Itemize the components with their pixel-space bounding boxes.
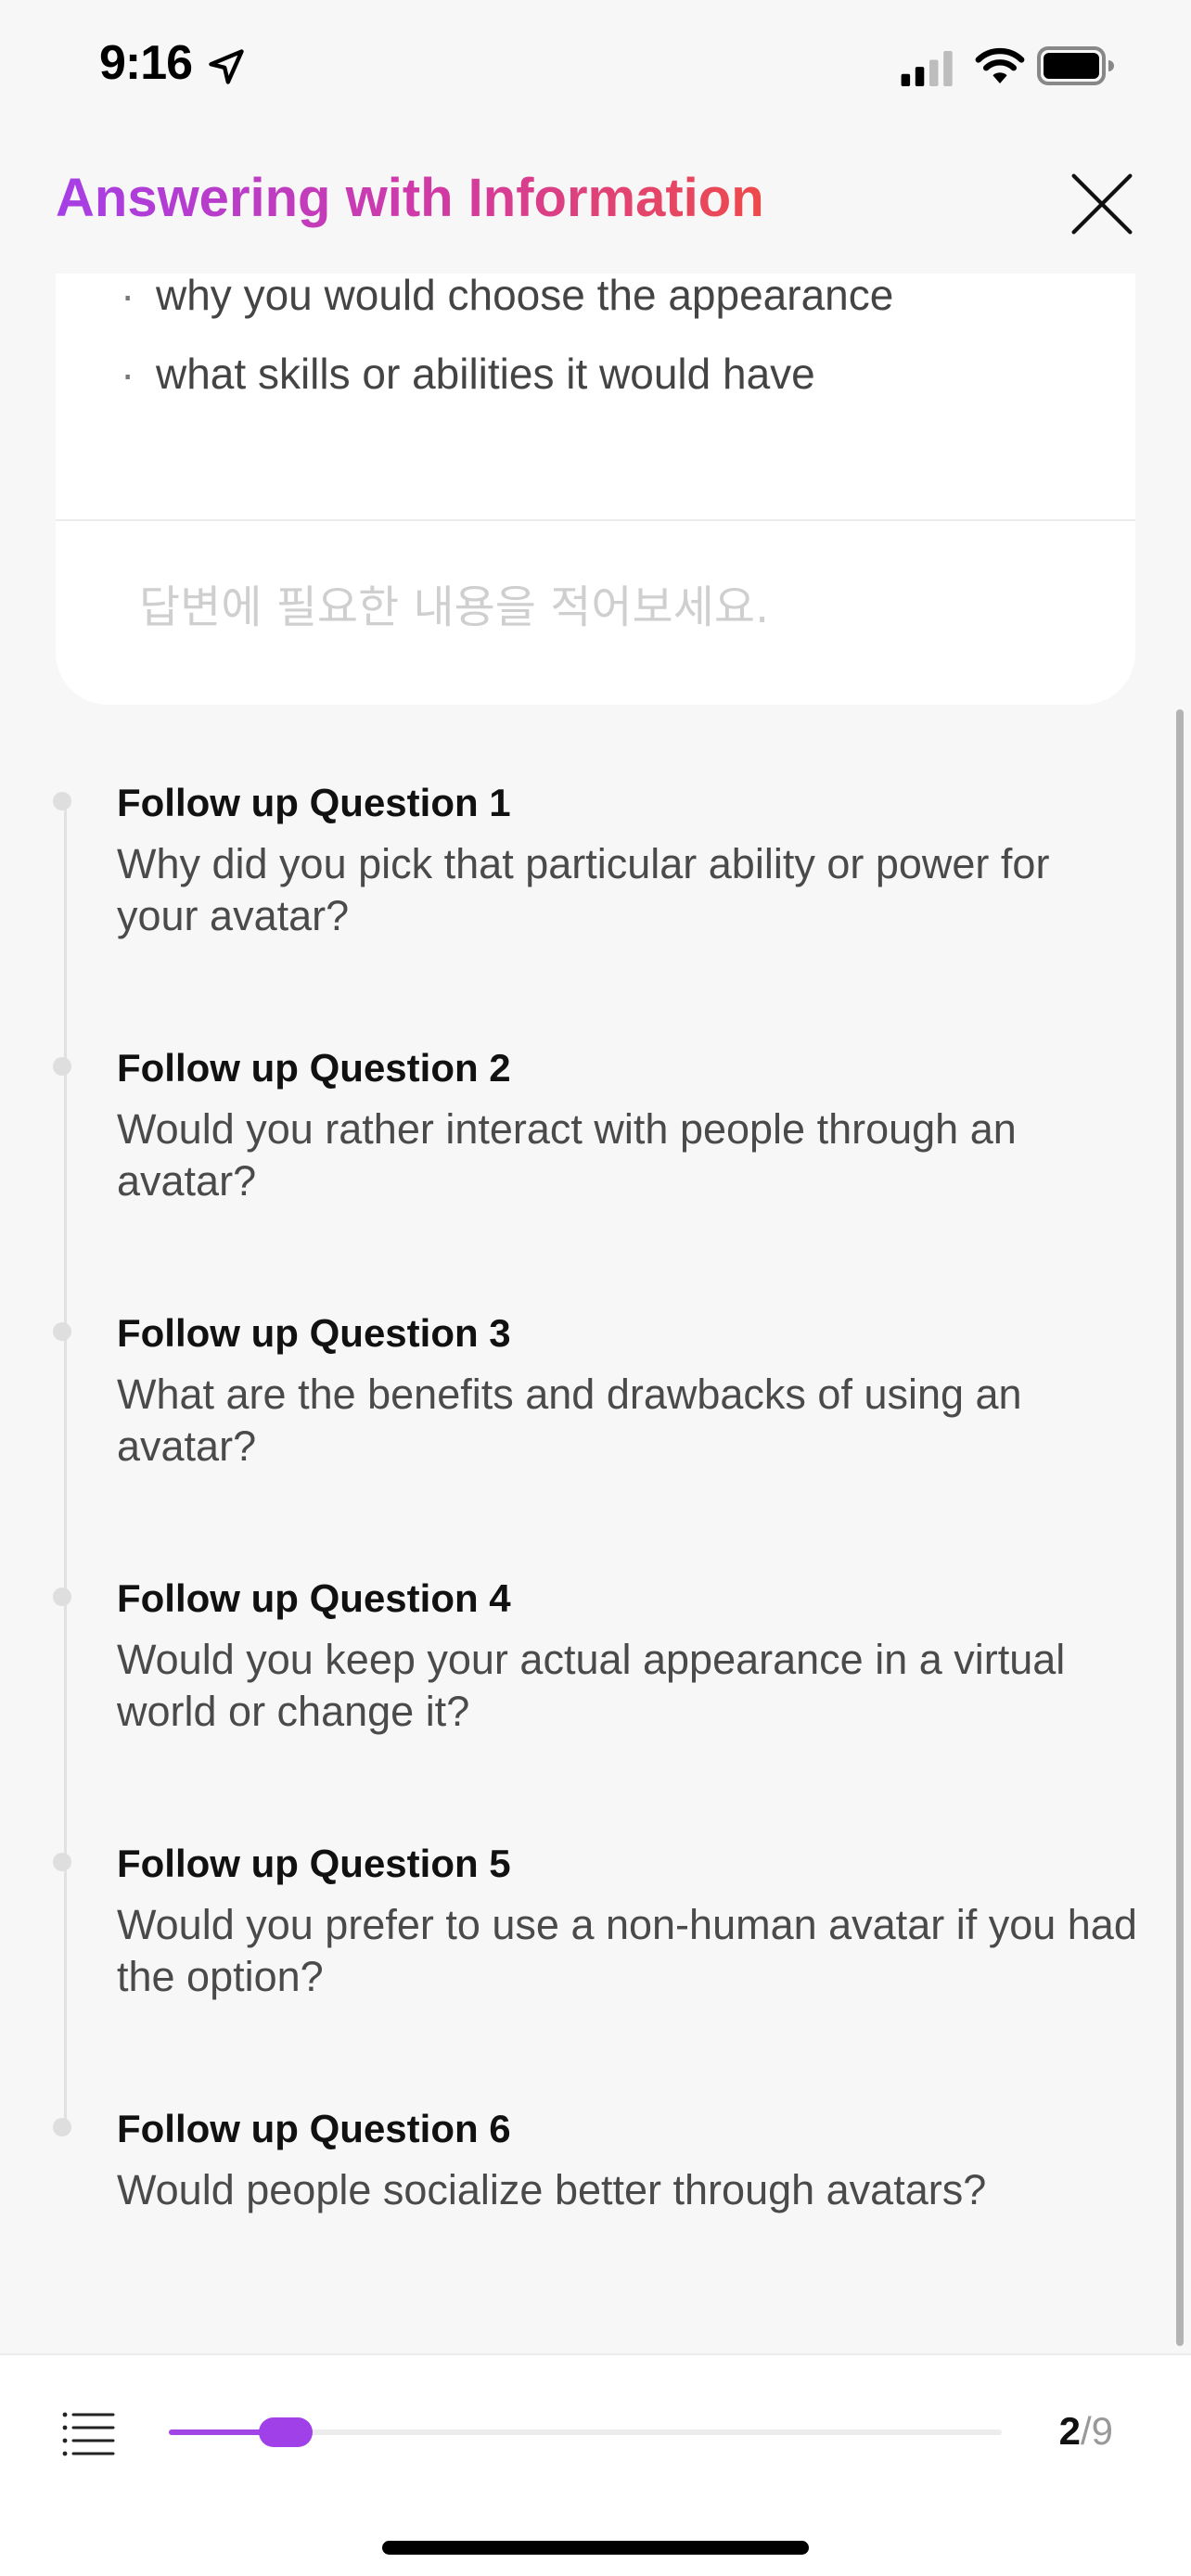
progress-thumb[interactable] [259,2417,313,2447]
followup-title: Follow up Question 2 [117,1046,511,1090]
hint-text: why you would choose the appearance [156,271,894,319]
bottom-bar: 2/9 [0,2353,1191,2576]
divider [56,519,1135,521]
timeline-dot [53,2118,71,2136]
timeline-dot [53,1322,71,1341]
followup-title: Follow up Question 4 [117,1576,511,1620]
page-separator: / [1080,2409,1092,2453]
followup-title: Follow up Question 6 [117,2107,511,2150]
followup-item-5: Follow up Question 5 Would you prefer to… [53,1840,1137,2003]
status-time: 9:16 [99,36,193,90]
followup-title: Follow up Question 3 [117,1311,511,1355]
progress-slider[interactable] [169,2417,1002,2447]
timeline-dot [53,1853,71,1871]
home-indicator [382,2541,809,2555]
followup-text: Why did you pick that particular ability… [117,840,1050,939]
followup-text: What are the benefits and drawbacks of u… [117,1371,1022,1470]
hint-text: what skills or abilities it would have [156,350,815,398]
bullet-marker: · [121,350,135,398]
page-counter: 2/9 [1020,2409,1113,2454]
timeline-dot [53,1057,71,1076]
close-icon [1071,173,1133,235]
location-arrow-icon [209,49,244,84]
close-button[interactable] [1067,169,1137,239]
followup-title: Follow up Question 1 [117,781,511,824]
hint-item: · why you would choose the appearance [121,269,893,321]
timeline-line [64,799,67,2125]
question-card: · why you would choose the appearance · … [56,232,1135,705]
followup-item-2: Follow up Question 2 Would you rather in… [53,1044,1137,1207]
followup-text: Would you rather interact with people th… [117,1105,1017,1205]
battery-icon [1037,46,1114,85]
bullet-marker: · [121,271,135,319]
followup-item-6: Follow up Question 6 Would people social… [53,2105,1137,2216]
hint-item: · what skills or abilities it would have [121,348,893,400]
followup-text: Would you keep your actual appearance in… [117,1636,1066,1735]
timeline-dot [53,792,71,810]
cellular-signal-icon [901,51,953,86]
hint-list: · why you would choose the appearance · … [121,269,893,427]
list-button[interactable] [61,2411,115,2457]
wifi-icon [975,47,1025,83]
answer-input[interactable] [139,575,1067,640]
followup-item-3: Follow up Question 3 What are the benefi… [53,1309,1137,1473]
followup-item-1: Follow up Question 1 Why did you pick th… [53,779,1137,942]
page-title: Answering with Information [56,168,764,228]
scrollbar[interactable] [1176,709,1184,2346]
screen: 9:16 Answering with Information · why yo… [0,0,1191,2576]
followup-text: Would you prefer to use a non-human avat… [117,1901,1137,2000]
page-current: 2 [1058,2409,1081,2453]
status-bar: 9:16 [0,0,1191,139]
list-icon [62,2412,115,2456]
followup-title: Follow up Question 5 [117,1842,511,1885]
app-header: Answering with Information [0,139,1191,274]
page-total: 9 [1091,2409,1113,2453]
followup-text: Would people socialize better through av… [117,2166,987,2213]
timeline-dot [53,1588,71,1606]
followup-item-4: Follow up Question 4 Would you keep your… [53,1575,1137,1738]
